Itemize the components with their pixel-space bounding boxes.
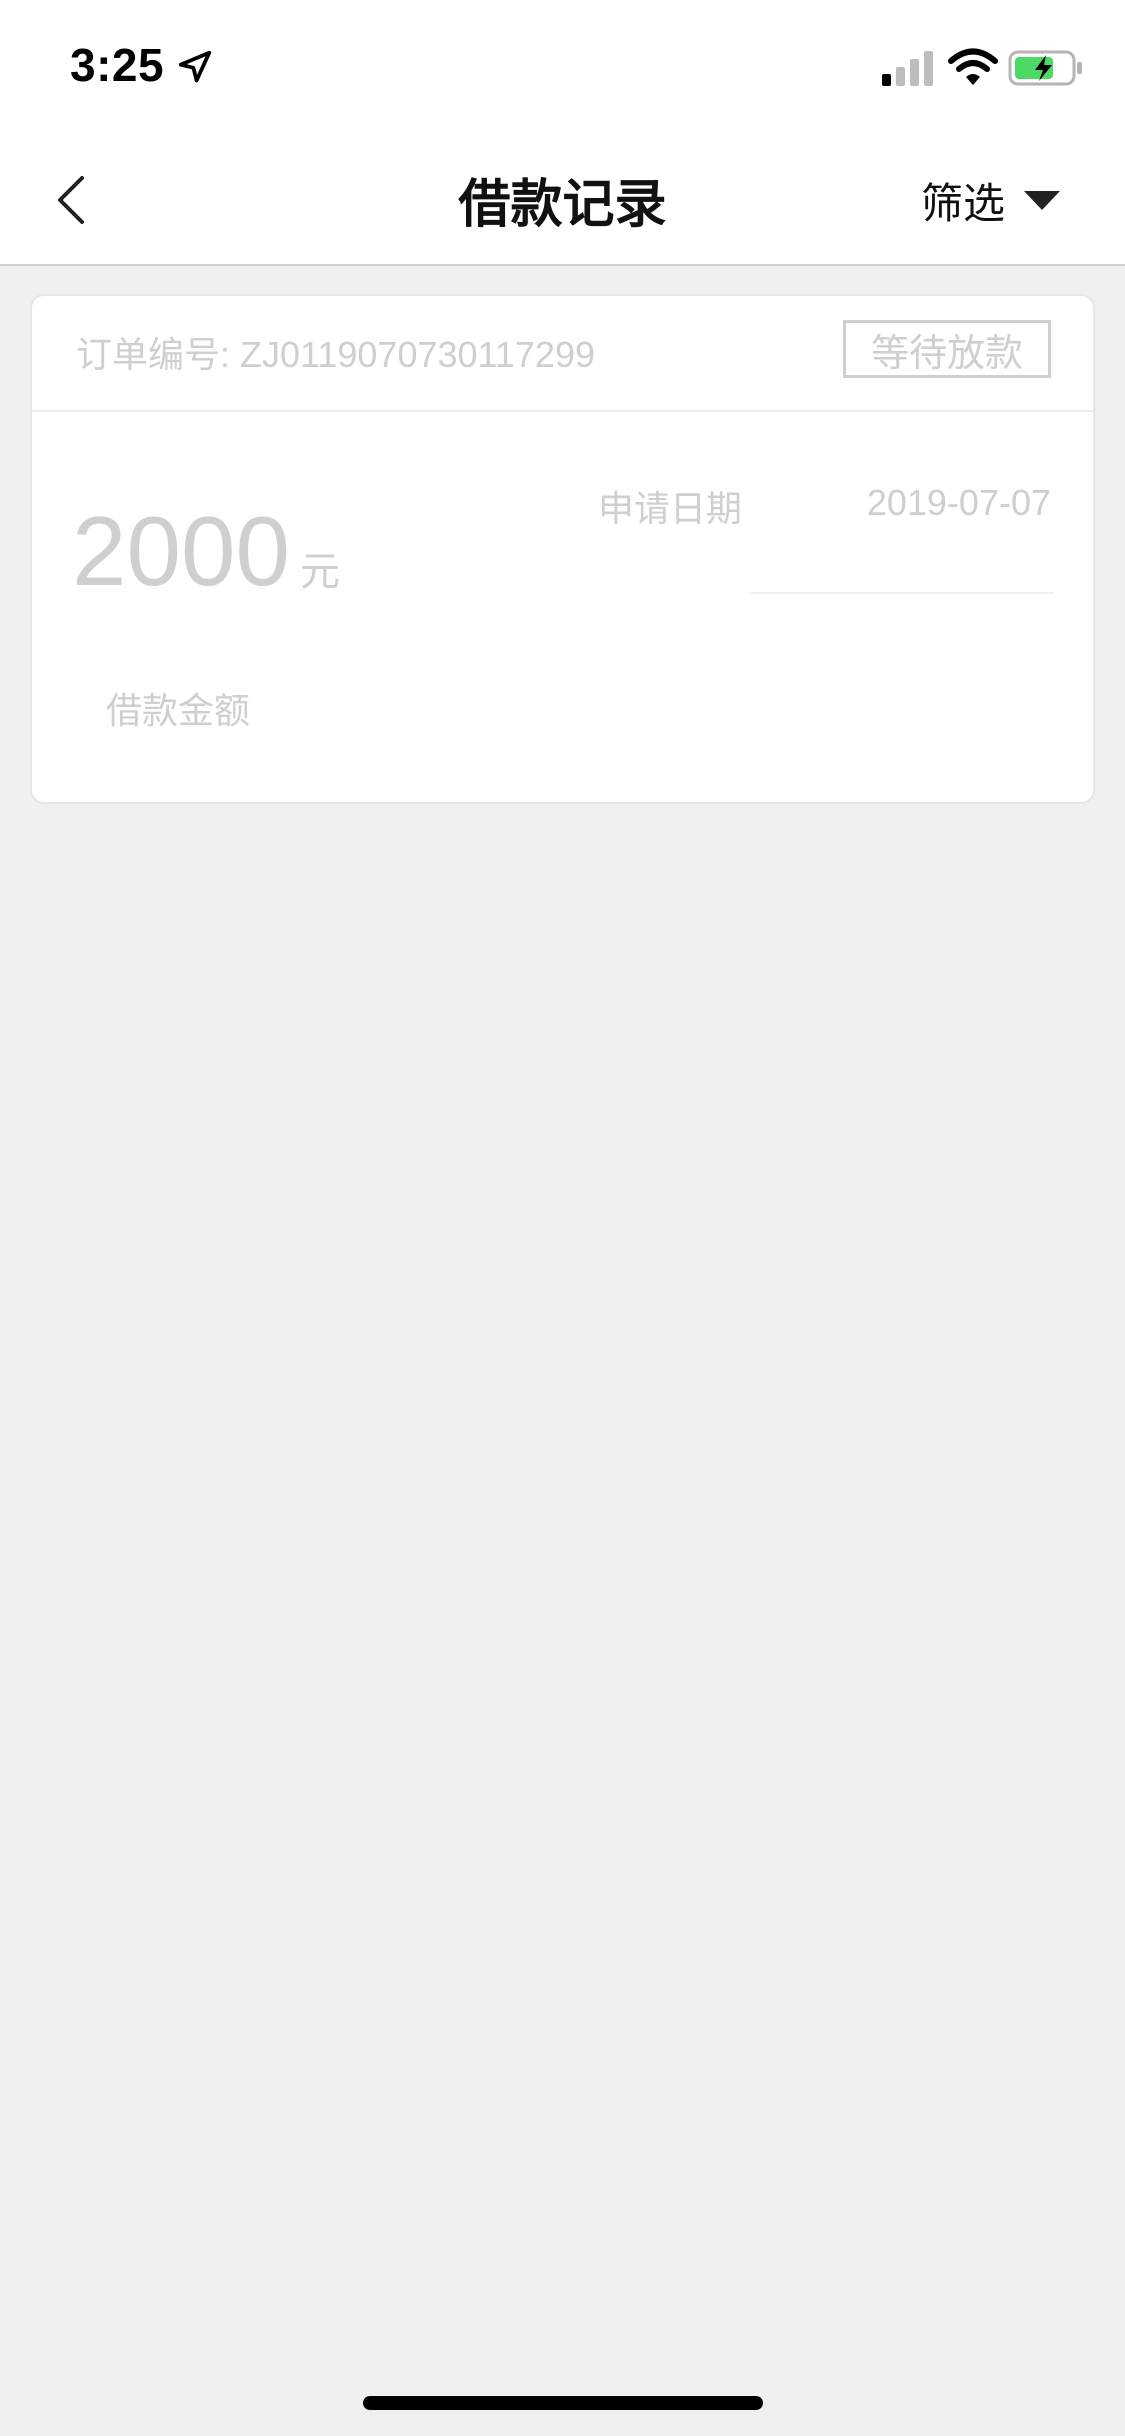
home-indicator[interactable] bbox=[363, 2396, 763, 2410]
location-arrow-icon bbox=[178, 50, 212, 83]
filter-button[interactable]: 筛选 bbox=[921, 170, 1061, 230]
apply-date-label: 申请日期 bbox=[598, 489, 743, 530]
status-time: 3:25 bbox=[70, 39, 165, 91]
wifi-icon bbox=[948, 48, 998, 85]
divider bbox=[750, 592, 1054, 594]
amount-label: 借款金额 bbox=[106, 691, 251, 732]
loan-amount: 2000 bbox=[72, 496, 291, 606]
caret-down-icon bbox=[1024, 191, 1060, 210]
status-badge: 等待放款 bbox=[843, 320, 1051, 378]
status-bar: 3:25 bbox=[0, 0, 1125, 132]
apply-date-value: 2019-07-07 bbox=[866, 482, 1051, 523]
nav-bar: 借款记录 筛选 bbox=[0, 132, 1125, 266]
battery-charging-icon bbox=[1008, 50, 1082, 86]
amount-block: 2000 元 bbox=[72, 502, 340, 600]
filter-label: 筛选 bbox=[920, 178, 1005, 228]
card-header: 订单编号: ZJ0119070730117299 等待放款 bbox=[32, 296, 1093, 412]
loan-record-card[interactable]: 订单编号: ZJ0119070730117299 等待放款 2000 元 借款金… bbox=[30, 294, 1095, 804]
cellular-signal-icon bbox=[882, 51, 933, 86]
order-number: 订单编号: ZJ0119070730117299 bbox=[76, 334, 595, 375]
amount-unit: 元 bbox=[300, 549, 341, 595]
screen: 3:25 借款记录 筛选 订单编号: ZJ0119070730117299 等待… bbox=[0, 0, 1125, 2436]
